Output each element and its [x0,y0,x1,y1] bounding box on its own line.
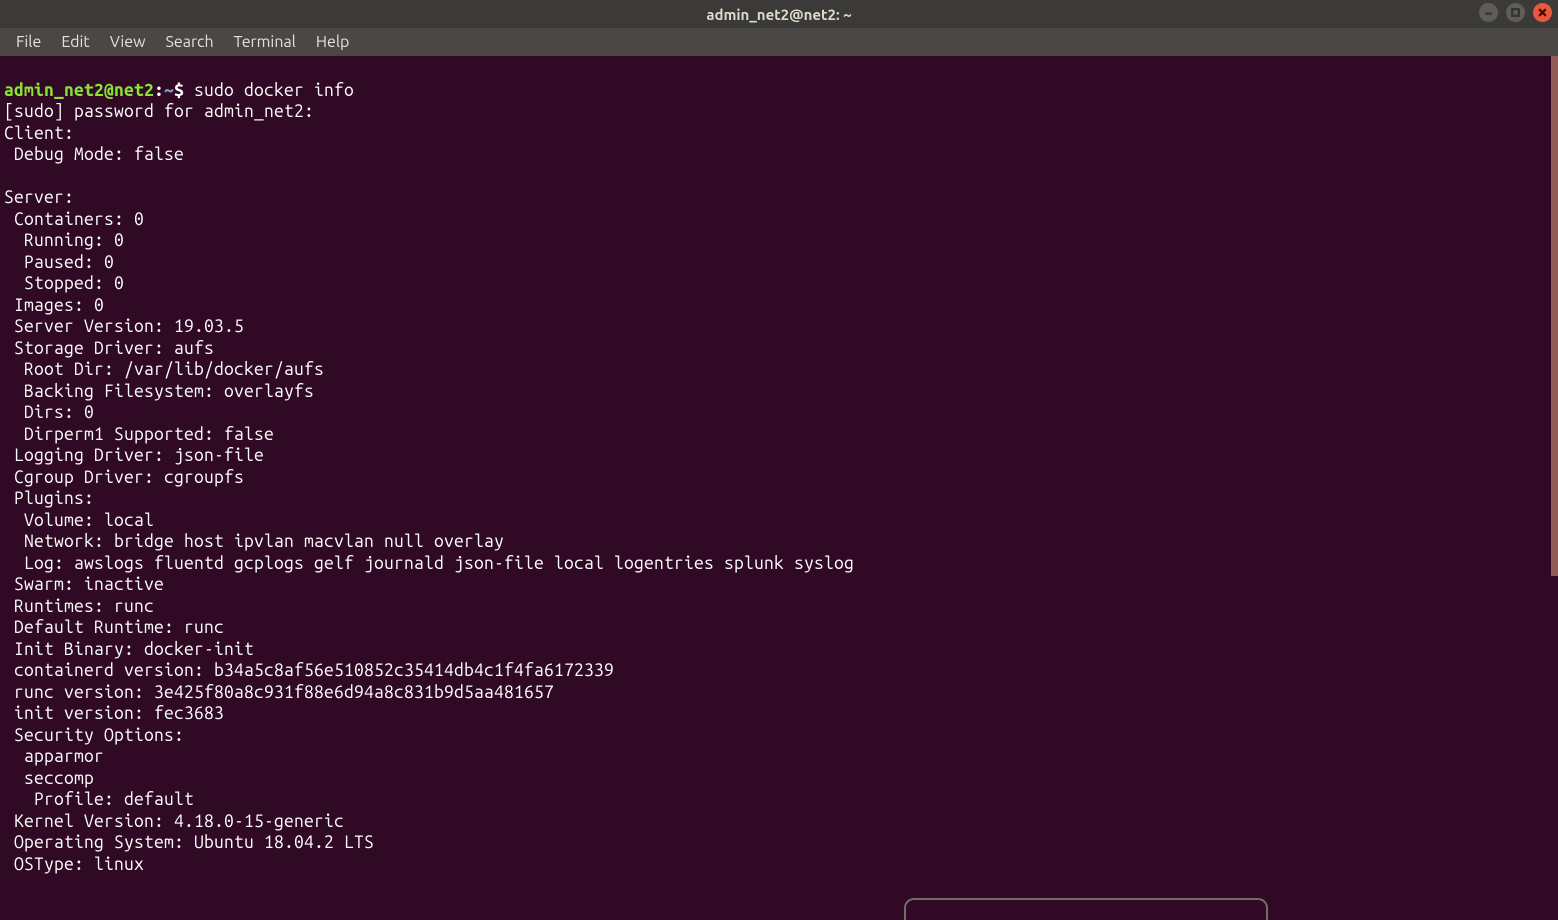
output-line: Storage Driver: aufs [4,339,214,358]
output-line: Client: [4,124,74,143]
window-controls [1479,3,1552,22]
output-line: OSType: linux [4,855,144,874]
menu-file[interactable]: File [6,31,51,53]
minimize-button[interactable] [1479,3,1498,22]
menu-bar: File Edit View Search Terminal Help [0,28,1558,56]
close-button[interactable] [1533,3,1552,22]
window-titlebar: admin_net2@net2: ~ [0,0,1558,28]
output-line: Dirperm1 Supported: false [4,425,274,444]
output-line: Kernel Version: 4.18.0-15-generic [4,812,344,831]
output-line: Debug Mode: false [4,145,184,164]
menu-search[interactable]: Search [156,31,224,53]
prompt-path: ~ [164,81,174,100]
output-line: init version: fec3683 [4,704,224,723]
terminal-viewport[interactable]: admin_net2@net2:~$ sudo docker info [sud… [0,56,1558,920]
output-line: seccomp [4,769,94,788]
window-title: admin_net2@net2: ~ [0,6,1558,23]
output-line: Network: bridge host ipvlan macvlan null… [4,532,504,551]
output-line: Plugins: [4,489,94,508]
output-line: Runtimes: runc [4,597,154,616]
output-line: Cgroup Driver: cgroupfs [4,468,244,487]
output-line: Containers: 0 [4,210,144,229]
output-line: Backing Filesystem: overlayfs [4,382,314,401]
close-icon [1537,7,1548,18]
output-line: runc version: 3e425f80a8c931f88e6d94a8c8… [4,683,554,702]
output-line: Server Version: 19.03.5 [4,317,244,336]
menu-edit[interactable]: Edit [51,31,99,53]
prompt-userhost: admin_net2@net2 [4,81,154,100]
output-line: Server: [4,188,74,207]
output-line: Volume: local [4,511,154,530]
minimize-icon [1483,7,1494,18]
menu-view[interactable]: View [100,31,156,53]
output-line: Dirs: 0 [4,403,94,422]
output-line: containerd version: b34a5c8af56e510852c3… [4,661,614,680]
output-line: Profile: default [4,790,194,809]
output-line: Images: 0 [4,296,104,315]
scrollbar-thumb[interactable] [1551,56,1558,576]
output-line: Swarm: inactive [4,575,164,594]
output-line: apparmor [4,747,104,766]
maximize-button[interactable] [1506,3,1525,22]
menu-help[interactable]: Help [306,31,360,53]
output-line: Log: awslogs fluentd gcplogs gelf journa… [4,554,854,573]
prompt-separator: : [154,81,164,100]
output-line: Root Dir: /var/lib/docker/aufs [4,360,324,379]
output-line: Init Binary: docker-init [4,640,254,659]
prompt-symbol: $ [174,81,184,100]
output-line: Security Options: [4,726,184,745]
output-line: Operating System: Ubuntu 18.04.2 LTS [4,833,374,852]
output-line: [sudo] password for admin_net2: [4,102,314,121]
output-line: Default Runtime: runc [4,618,224,637]
output-line: Stopped: 0 [4,274,124,293]
maximize-icon [1510,7,1521,18]
output-line: Logging Driver: json-file [4,446,264,465]
command-text: sudo docker info [194,81,354,100]
output-line: Paused: 0 [4,253,114,272]
output-line: Running: 0 [4,231,124,250]
menu-terminal[interactable]: Terminal [224,31,306,53]
popup-edge [904,898,1268,920]
